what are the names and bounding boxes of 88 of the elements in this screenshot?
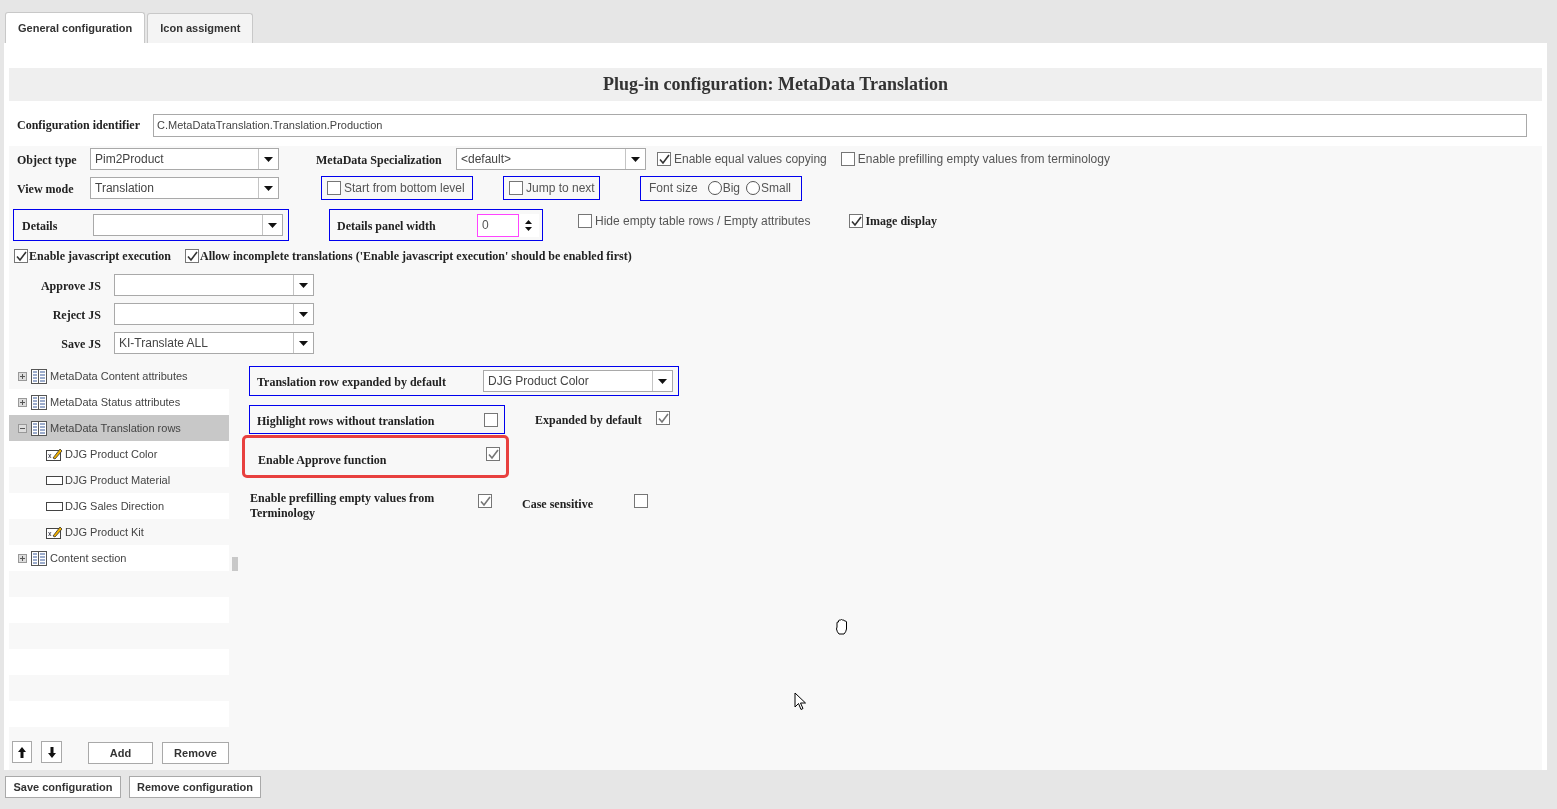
field-label: Expanded by default [535,412,642,429]
caret-icon [264,156,273,162]
field-label: Approve JS [40,278,101,293]
checkbox[interactable] [849,214,864,228]
tree-item[interactable]: MetaData Translation rows [9,415,229,441]
dropdown[interactable]: Pim2Product [90,148,279,170]
checkbox-label: Jump to next [526,180,595,197]
tab[interactable]: Icon assigment [147,13,254,43]
dropdown[interactable]: Translation [90,177,279,199]
field-icon [46,475,63,485]
field-label: MetaData Specialization [316,153,442,167]
checkbox[interactable] [578,214,592,228]
table-icon [31,368,47,384]
spin-up-icon[interactable] [524,219,532,224]
caret-icon [631,156,640,162]
title-bar: Plug-in configuration: MetaData Translation [9,68,1542,101]
move-up-button[interactable] [12,741,32,764]
table-icon [31,394,47,410]
checkbox-label: Enable equal values copying [674,151,827,168]
caret-icon [299,311,308,317]
move-down-button[interactable] [41,741,62,764]
expand-icon[interactable] [18,371,27,381]
arrow-cursor-icon [794,692,807,711]
arrow-up-icon [18,746,26,758]
dropdown[interactable]: DJG Product Color [483,370,673,392]
field-label: Case sensitive [522,497,593,511]
checkbox[interactable] [185,249,199,263]
field-label: Highlight rows without translation [257,413,435,428]
tab[interactable]: General configuration [5,12,146,43]
field-label: Image display [865,213,938,230]
checkbox-label: Start from bottom level [344,180,465,197]
checkbox[interactable] [484,412,498,427]
checkbox[interactable] [486,447,500,461]
expand-icon[interactable] [18,553,27,563]
tree-item[interactable]: Content section [9,545,229,571]
pencil-field-icon [46,447,63,461]
caret-icon [299,340,308,346]
radio-label: Small [761,180,792,197]
action-button[interactable]: Remove configuration [129,776,261,798]
caret-icon [268,222,277,228]
number-field[interactable]: 0 [477,213,539,237]
field-label: Details panel width [337,219,436,233]
tree-item[interactable]: DJG Sales Direction [9,493,229,519]
arrow-down-icon [47,746,56,758]
field-label: Configuration identifier [17,117,140,134]
field-label: Object type [17,153,77,167]
expand-icon[interactable] [18,397,27,407]
text-field[interactable]: C.MetaDataTranslation.Translation.Production [153,113,1527,137]
radio-button[interactable] [746,181,761,195]
field-label: Enable prefilling empty values from Terminology [250,491,436,521]
checkbox[interactable] [327,181,341,195]
checkbox[interactable] [840,152,855,166]
radio-label: Big [722,180,741,197]
checkbox[interactable] [655,411,670,425]
spin-down-icon[interactable] [524,226,532,231]
action-button[interactable]: Save configuration [5,776,121,798]
table-icon [31,550,47,566]
checkbox[interactable] [14,249,28,263]
field-label: View mode [17,182,74,196]
action-button[interactable]: Remove [162,742,229,765]
dropdown[interactable]: KI-Translate ALL [114,332,314,354]
field-icon [46,501,63,511]
field-label: Font size [649,180,698,197]
tree-item[interactable]: MetaData Status attributes [9,389,229,415]
action-button[interactable]: Add [88,742,153,765]
field-label: Translation row expanded by default [257,375,446,389]
collapse-icon[interactable] [18,423,27,433]
field-label: Save JS [61,336,101,351]
table-icon [31,420,47,436]
radio-button[interactable] [707,181,722,195]
checkbox-label: Enable prefilling empty values from terminology [857,151,1110,168]
pencil-field-icon [46,525,63,539]
checkbox[interactable] [478,494,492,508]
checkbox-label: Hide empty table rows / Empty attributes [595,213,811,230]
field-label: Allow incomplete translations ('Enable javascript execution' should be enabled first) [200,249,632,263]
field-label: Enable Approve function [258,453,387,467]
field-label: Reject JS [52,307,101,322]
checkbox[interactable] [657,152,671,166]
caret-icon [658,378,667,384]
caret-icon [264,185,273,191]
checkbox[interactable] [509,181,523,195]
caret-icon [299,282,308,288]
field-label: Enable javascript execution [29,249,171,263]
tree-item[interactable]: DJG Product Color [9,441,229,467]
checkbox[interactable] [634,494,648,508]
field-label: Details [22,219,58,233]
dropdown[interactable]: <default> [456,148,646,170]
splitter-handle[interactable] [232,557,238,571]
